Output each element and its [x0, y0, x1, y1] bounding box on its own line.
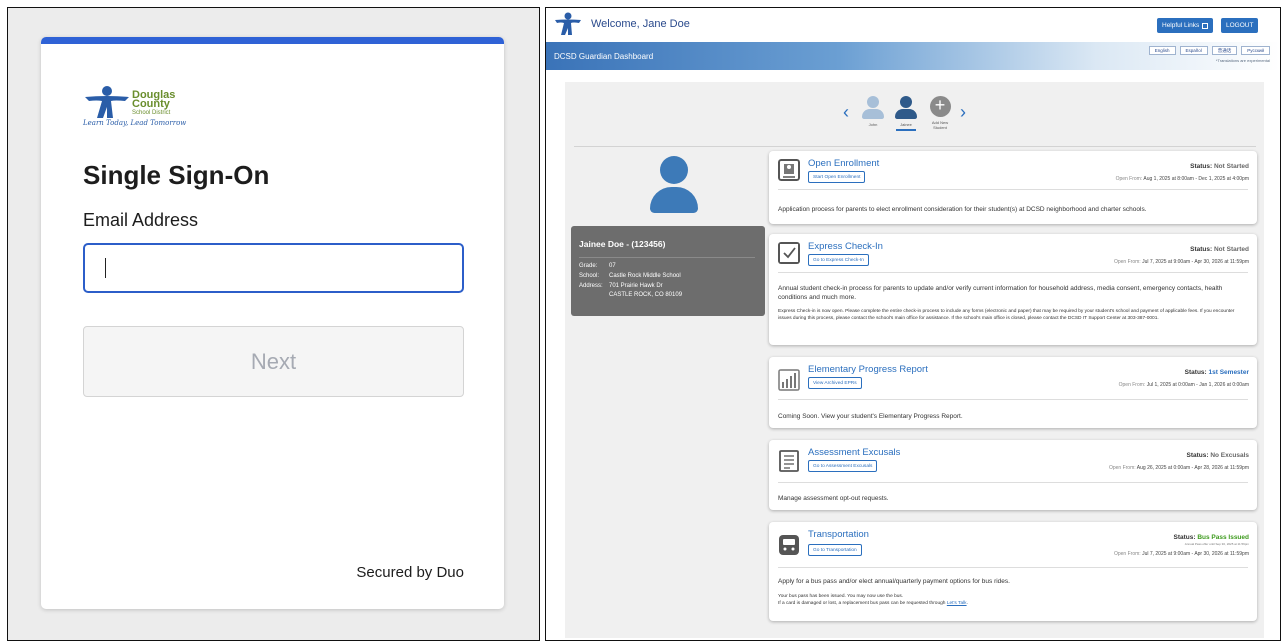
- card-description: Apply for a bus pass and/or elect annual…: [778, 578, 1010, 585]
- card-note: Express Check-in is now open. Please com…: [778, 309, 1235, 321]
- enrollment-icon: [778, 159, 800, 181]
- divider: [778, 399, 1248, 400]
- bus-icon: [779, 535, 799, 555]
- card-description: Manage assessment opt-out requests.: [778, 495, 889, 502]
- dcsd-figure-icon: [85, 86, 129, 118]
- card-description: Coming Soon. View your student's Element…: [778, 413, 963, 420]
- card-assessment-excusals: Assessment Excusals Go to Assessment Exc…: [769, 440, 1257, 510]
- divider: [778, 189, 1248, 190]
- lang-mandarin-button[interactable]: 普通话: [1211, 46, 1238, 55]
- sso-accent-bar: [41, 37, 504, 44]
- card-open-range: Open From: Jul 1, 2025 at 0:00am - Jan 1…: [1118, 382, 1249, 388]
- student-jainee[interactable]: Jainee: [893, 96, 919, 131]
- card-title[interactable]: Transportation: [808, 529, 869, 540]
- welcome-text: Welcome, Jane Doe: [591, 18, 690, 30]
- language-selector: English Español 普通话 Русский: [1148, 46, 1270, 55]
- helpful-links-button[interactable]: Helpful Links: [1157, 18, 1214, 33]
- dashboard-panel: Welcome, Jane Doe Helpful Links LOGOUT D…: [545, 7, 1281, 641]
- card-status-subtext: Annual Pass offer until Sep 30, 2025 at …: [1184, 542, 1249, 546]
- divider: [579, 257, 755, 258]
- add-student-button[interactable]: + Add New Student: [927, 96, 953, 130]
- external-link-icon: [1202, 22, 1209, 29]
- avatar-head: [900, 96, 912, 108]
- card-open-range: Open From: Jul 7, 2025 at 9:00am - Apr 3…: [1113, 551, 1249, 557]
- card-status: Status: Not Started: [1190, 163, 1249, 170]
- school-row: School: Castle Rock Middle School: [579, 273, 681, 279]
- email-field[interactable]: [83, 243, 464, 293]
- card-status: Status: Bus Pass Issued: [1173, 534, 1249, 541]
- bar-chart-icon: [778, 369, 800, 391]
- translations-note: *Translations are experimental: [1215, 58, 1270, 63]
- card-title[interactable]: Express Check-In: [808, 241, 883, 252]
- logo-tagline: Learn Today, Lead Tomorrow: [83, 119, 187, 127]
- card-open-enrollment: Open Enrollment Start Open Enrollment St…: [769, 151, 1257, 224]
- student-name: Jainee: [900, 122, 912, 127]
- divider: [778, 272, 1248, 273]
- top-header: Welcome, Jane Doe Helpful Links LOGOUT: [546, 8, 1280, 40]
- dcsd-logo: Douglas County School District Learn Tod…: [83, 85, 193, 135]
- logout-button[interactable]: LOGOUT: [1221, 18, 1259, 33]
- student-john[interactable]: John: [860, 96, 886, 127]
- card-open-range: Open From: Aug 26, 2025 at 0:00am - Apr …: [1108, 465, 1249, 471]
- divider: [778, 482, 1248, 483]
- card-title[interactable]: Open Enrollment: [808, 158, 879, 169]
- dashboard-banner: DCSD Guardian Dashboard English Español …: [546, 42, 1280, 70]
- student-name: John: [868, 122, 878, 127]
- selected-indicator: [896, 129, 916, 131]
- secured-by-label: Secured by Duo: [356, 564, 464, 581]
- text-caret: [105, 258, 106, 278]
- chevron-right-icon[interactable]: ›: [960, 102, 966, 123]
- card-status: Status: 1st Semester: [1184, 369, 1249, 376]
- chevron-left-icon[interactable]: ‹: [843, 102, 849, 123]
- sso-card: Douglas County School District Learn Tod…: [41, 37, 504, 609]
- student-full-name: Jainee Doe - (123456): [579, 239, 666, 249]
- student-avatar: [646, 156, 702, 214]
- lang-russian-button[interactable]: Русский: [1241, 46, 1270, 55]
- divider: [574, 146, 1256, 147]
- card-express-check-in: Express Check-In Go to Express Check-In …: [769, 234, 1257, 345]
- card-open-range: Open From: Jul 7, 2025 at 9:00am - Apr 3…: [1113, 259, 1249, 265]
- go-to-transportation-button[interactable]: Go to Transportation: [808, 544, 862, 556]
- card-description: Annual student check-in process for pare…: [778, 285, 1223, 301]
- avatar-body: [895, 109, 917, 119]
- logo-wordmark: Douglas County School District: [132, 89, 176, 117]
- student-picker: ‹ John Jainee + Add New Student ›: [843, 96, 993, 146]
- avatar-body: [650, 187, 698, 213]
- lang-spanish-button[interactable]: Español: [1179, 46, 1208, 55]
- card-open-range: Open From: Aug 1, 2025 at 8:00am - Dec 1…: [1115, 176, 1249, 182]
- avatar-head: [660, 156, 688, 184]
- grade-row: Grade: 07: [579, 263, 616, 269]
- lang-english-button[interactable]: English: [1148, 46, 1176, 55]
- avatar-head: [867, 96, 879, 108]
- banner-title: DCSD Guardian Dashboard: [554, 52, 654, 61]
- card-status: Status: No Excusals: [1186, 452, 1249, 459]
- add-student-label: Add New Student: [931, 120, 949, 130]
- card-description: Application process for parents to elect…: [778, 206, 1147, 213]
- go-to-assessment-excusals-button[interactable]: Go to Assessment Excusals: [808, 460, 878, 472]
- student-info-card: Jainee Doe - (123456) Grade: 07 School: Ca…: [571, 226, 765, 316]
- start-open-enrollment-button[interactable]: Start Open Enrollment: [808, 171, 866, 183]
- card-title[interactable]: Elementary Progress Report: [808, 364, 928, 375]
- helpful-links-label: Helpful Links: [1162, 22, 1200, 29]
- next-button[interactable]: Next: [83, 326, 464, 397]
- card-elementary-progress-report: Elementary Progress Report View Archived…: [769, 357, 1257, 428]
- email-label: Email Address: [83, 210, 199, 230]
- card-status: Status: Not Started: [1190, 246, 1249, 253]
- go-to-express-check-in-button[interactable]: Go to Express Check-In: [808, 254, 869, 266]
- address-row: Address: 701 Prairie Hawk Dr: [579, 283, 663, 289]
- card-note: Your bus pass has been issued. You may n…: [778, 594, 968, 606]
- divider: [778, 567, 1248, 568]
- plus-icon: +: [929, 96, 951, 117]
- lets-talk-link[interactable]: Let's Talk: [947, 601, 967, 606]
- card-title[interactable]: Assessment Excusals: [808, 447, 900, 458]
- dcsd-logo-icon: [555, 12, 581, 35]
- address-row-2: CASTLE ROCK, CO 80109: [609, 292, 683, 298]
- view-archived-eprs-button[interactable]: View Archived EPRs: [808, 377, 862, 389]
- sso-panel: Douglas County School District Learn Tod…: [7, 7, 540, 641]
- card-transportation: Transportation Go to Transportation Stat…: [769, 522, 1257, 621]
- document-icon: [779, 450, 799, 472]
- page-title: Single Sign-On: [83, 160, 270, 190]
- avatar-body: [862, 109, 884, 119]
- checkbox-icon: [778, 242, 800, 264]
